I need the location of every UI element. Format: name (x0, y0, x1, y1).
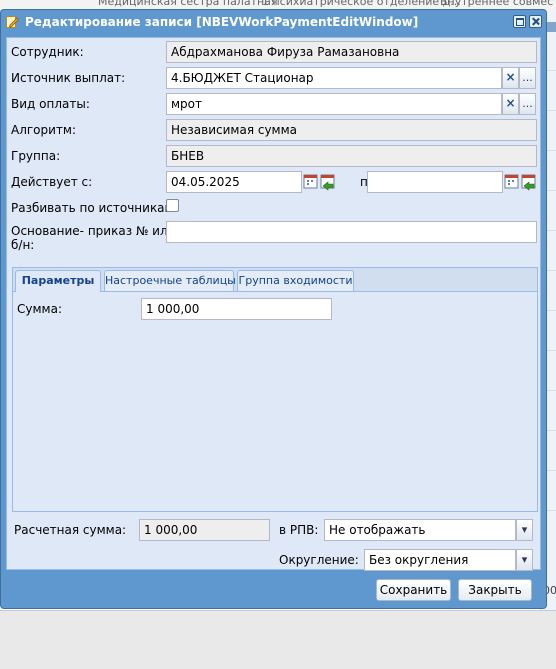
tab-parameters[interactable]: Параметры (15, 270, 101, 292)
rounding-select[interactable]: Без округления (364, 549, 516, 571)
background-cell-position: Медицинская сестра палатная (98, 0, 278, 8)
basis-label-continued: б/н: (11, 238, 35, 252)
background-cell-type: Внутреннее совместительство (440, 0, 556, 8)
basis-field[interactable] (166, 221, 537, 243)
paytype-clear-icon[interactable]: × (502, 93, 519, 115)
edit-pencil-icon (6, 15, 19, 28)
valid-from-field[interactable]: 04.05.2025 (166, 171, 302, 193)
background-panel-bottom (0, 610, 556, 669)
calc-sum-label: Расчетная сумма: (14, 523, 127, 537)
sum-field[interactable]: 1 000,00 (141, 298, 332, 320)
form-panel: Сотрудник: Абдрахманова Фируза Рамазанов… (6, 37, 541, 571)
source-select-icon[interactable]: ... (519, 67, 536, 89)
rounding-dropdown-icon[interactable]: ▾ (516, 549, 533, 571)
window-footer: Сохранить Закрыть (1, 571, 546, 607)
paytype-label: Вид оплаты: (11, 97, 90, 111)
paytype-select-icon[interactable]: ... (519, 93, 536, 115)
save-button[interactable]: Сохранить (376, 579, 451, 601)
employee-field[interactable]: Абдрахманова Фируза Рамазановна (166, 41, 537, 63)
employee-label: Сотрудник: (11, 45, 84, 59)
calendar-today-icon[interactable] (320, 172, 336, 192)
tab-content-parameters: Сумма: 1 000,00 (13, 292, 537, 511)
tab-settings-tables[interactable]: Настроечные таблицы (104, 270, 236, 291)
close-window-icon[interactable] (529, 15, 542, 28)
calendar-icon[interactable] (504, 172, 520, 192)
group-field[interactable]: БНЕВ (166, 145, 537, 167)
valid-from-label: Действует с: (11, 175, 93, 189)
window-titlebar[interactable]: Редактирование записи [NBEVWorkPaymentEd… (1, 10, 546, 34)
split-checkbox[interactable] (166, 199, 179, 212)
source-clear-icon[interactable]: × (502, 67, 519, 89)
tab-strip: Параметры Настроечные таблицы Группа вхо… (13, 268, 537, 292)
close-button[interactable]: Закрыть (458, 579, 532, 601)
source-label: Источник выплат: (11, 71, 126, 85)
rpv-label: в РПВ: (279, 523, 319, 537)
rounding-label: Округление: (279, 553, 359, 567)
sum-label: Сумма: (17, 302, 62, 316)
window-title: Редактирование записи [NBEVWorkPaymentEd… (25, 15, 419, 29)
basis-label: Основание- приказ № или (11, 224, 176, 238)
edit-record-window: Редактирование записи [NBEVWorkPaymentEd… (0, 9, 547, 609)
algorithm-label: Алгоритм: (11, 123, 77, 137)
background-cell-department: 1 психиатрическое отделение д... (262, 0, 461, 8)
maximize-icon[interactable] (513, 15, 526, 28)
source-field[interactable]: 4.БЮДЖЕТ Стационар (166, 67, 502, 89)
calc-sum-field[interactable]: 1 000,00 (139, 519, 270, 541)
algorithm-field[interactable]: Независимая сумма (166, 119, 537, 141)
split-label: Разбивать по источникам: (11, 201, 178, 215)
calendar-today-icon[interactable] (521, 172, 537, 192)
calendar-icon[interactable] (303, 172, 319, 192)
paytype-field[interactable]: мрот (166, 93, 502, 115)
group-label: Группа: (11, 149, 61, 163)
tab-inclusion-group[interactable]: Группа входимости (237, 270, 354, 291)
valid-to-field[interactable] (367, 171, 503, 193)
rpv-select[interactable]: Не отображать (324, 519, 516, 541)
params-tabpanel: Параметры Настроечные таблицы Группа вхо… (12, 267, 538, 512)
rpv-dropdown-icon[interactable]: ▾ (516, 519, 533, 541)
